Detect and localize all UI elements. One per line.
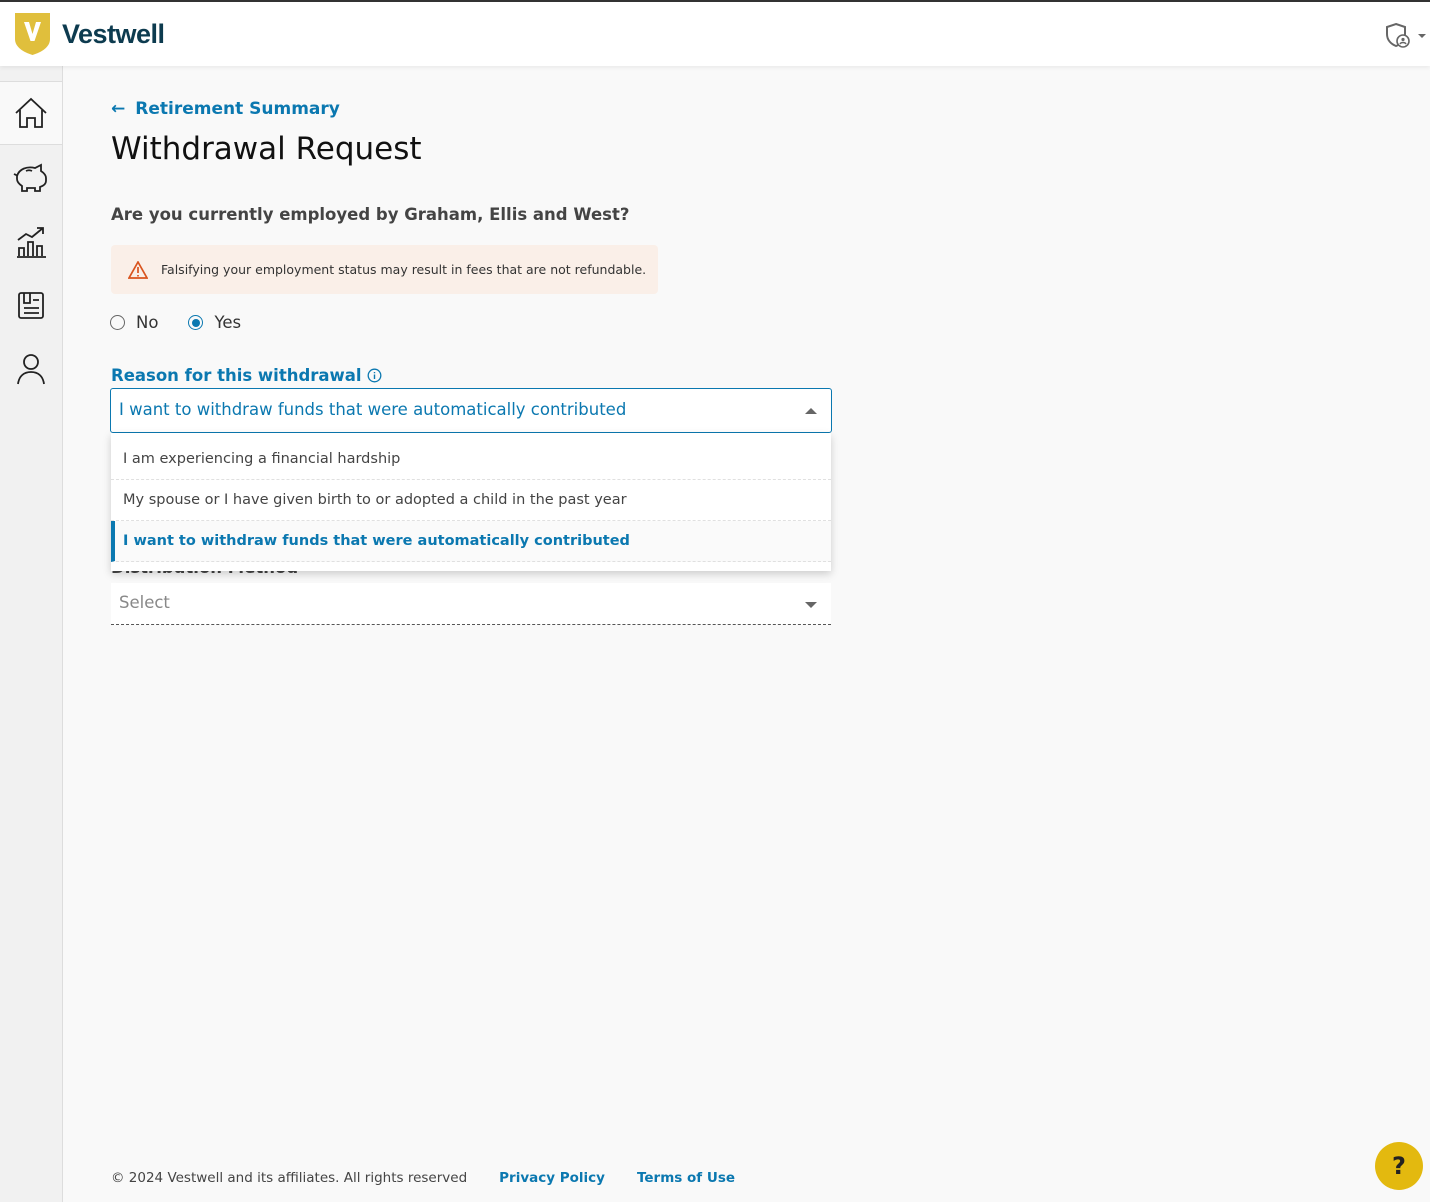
brand-name: Vestwell	[62, 18, 165, 49]
sidebar-item-home[interactable]	[0, 81, 62, 145]
sidebar-item-savings[interactable]	[0, 146, 62, 210]
sidebar-item-profile[interactable]	[0, 337, 62, 401]
home-icon	[15, 97, 47, 128]
sidebar	[0, 66, 63, 1202]
caret-up-icon	[805, 408, 817, 414]
shield-logo-icon	[15, 13, 50, 55]
radio-label: No	[136, 313, 159, 332]
radio-circle[interactable]	[188, 315, 204, 330]
info-icon[interactable]	[367, 368, 382, 383]
document-icon	[18, 292, 44, 319]
terms-of-use-link[interactable]: Terms of Use	[637, 1170, 735, 1186]
reason-label-text: Reason for this withdrawal	[111, 366, 362, 385]
employment-radio-group: No Yes	[110, 313, 241, 332]
shield-user-icon	[1386, 22, 1410, 48]
radio-yes[interactable]: Yes	[188, 313, 241, 332]
top-bar: Vestwell	[0, 0, 1430, 66]
vestwell-logo[interactable]: Vestwell	[15, 13, 165, 55]
page-title: Withdrawal Request	[111, 131, 422, 167]
chevron-down-icon	[1418, 34, 1426, 38]
alert-text: Falsifying your employment status may re…	[161, 262, 647, 277]
sidebar-item-documents[interactable]	[0, 273, 62, 337]
reason-selected-value: I want to withdraw funds that were autom…	[119, 400, 627, 419]
distribution-placeholder: Select	[119, 593, 170, 612]
help-button[interactable]: ?	[1375, 1142, 1423, 1190]
back-link-label: Retirement Summary	[135, 99, 340, 119]
account-menu[interactable]	[1384, 22, 1426, 50]
chart-icon	[17, 227, 46, 258]
caret-down-icon	[805, 602, 817, 608]
privacy-policy-link[interactable]: Privacy Policy	[499, 1170, 605, 1186]
radio-no[interactable]: No	[110, 313, 158, 332]
warning-alert: Falsifying your employment status may re…	[111, 245, 658, 294]
reason-label: Reason for this withdrawal	[111, 366, 382, 385]
user-icon	[17, 354, 45, 385]
reason-option[interactable]: I am experiencing a financial hardship	[111, 439, 831, 480]
back-link[interactable]: ← Retirement Summary	[111, 99, 340, 119]
radio-label: Yes	[214, 313, 242, 332]
radio-circle[interactable]	[110, 315, 125, 330]
reason-select[interactable]: I want to withdraw funds that were autom…	[110, 388, 832, 433]
arrow-left-icon: ←	[111, 99, 126, 119]
piggy-bank-icon	[13, 163, 47, 192]
employment-question: Are you currently employed by Graham, El…	[111, 205, 630, 224]
sidebar-item-investments[interactable]	[0, 210, 62, 274]
copyright: © 2024 Vestwell and its affiliates. All …	[111, 1170, 468, 1186]
reason-option-selected[interactable]: I want to withdraw funds that were autom…	[111, 521, 831, 562]
reason-dropdown-menu: I am experiencing a financial hardship M…	[111, 433, 831, 571]
distribution-select[interactable]: Select	[111, 583, 831, 625]
footer: © 2024 Vestwell and its affiliates. All …	[111, 1170, 735, 1186]
warning-icon	[128, 260, 148, 279]
reason-option[interactable]: My spouse or I have given birth to or ad…	[111, 480, 831, 521]
